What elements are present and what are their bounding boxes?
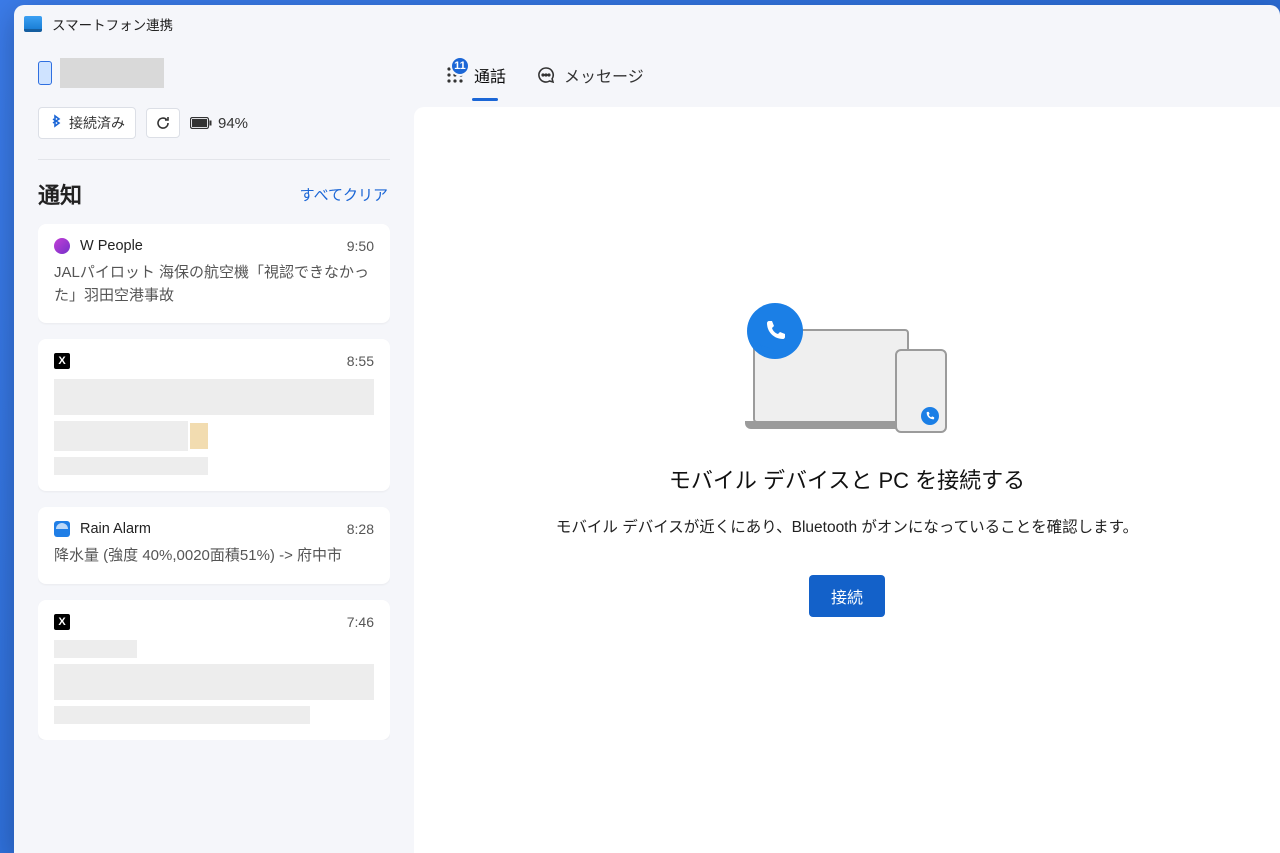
- wpeople-icon: [54, 238, 70, 254]
- tabs: 11 通話 メッセージ: [414, 43, 1280, 107]
- call-bubble-icon: [747, 303, 803, 359]
- tab-calls[interactable]: 11 通話: [444, 43, 506, 107]
- sidebar: 接続済み 94% 通知 すべてクリア: [14, 43, 414, 853]
- notification-time: 8:55: [347, 353, 374, 369]
- notification-card[interactable]: W People 9:50 JALパイロット 海保の航空機「視認できなかった」羽…: [38, 224, 390, 323]
- tab-messages-label: メッセージ: [564, 63, 644, 87]
- calls-badge: 11: [450, 56, 470, 76]
- x-icon: X: [54, 614, 70, 630]
- tab-calls-label: 通話: [474, 63, 506, 87]
- bluetooth-status-chip[interactable]: 接続済み: [38, 107, 136, 139]
- device-row[interactable]: [38, 53, 390, 93]
- connect-title: モバイル デバイスと PC を接続する: [669, 463, 1025, 495]
- notification-card[interactable]: X 8:55: [38, 339, 390, 491]
- bluetooth-label: 接続済み: [69, 113, 125, 133]
- battery-status: 94%: [190, 115, 248, 132]
- battery-icon: [190, 117, 212, 129]
- notifications-title: 通知: [38, 178, 82, 210]
- app-title: スマートフォン連携: [52, 14, 173, 34]
- phone-icon: [38, 61, 52, 85]
- refresh-button[interactable]: [146, 108, 180, 138]
- bluetooth-icon: [49, 114, 63, 132]
- notification-app: W People: [80, 238, 337, 254]
- clear-all-button[interactable]: すべてクリア: [300, 184, 388, 205]
- app-icon: [24, 16, 42, 32]
- phone-illustration-icon: [895, 349, 947, 433]
- main-canvas: モバイル デバイスと PC を接続する モバイル デバイスが近くにあり、Blue…: [414, 107, 1280, 853]
- rain-alarm-icon: [54, 521, 70, 537]
- x-icon: X: [54, 353, 70, 369]
- notification-app: Rain Alarm: [80, 521, 337, 537]
- notifications-list: W People 9:50 JALパイロット 海保の航空機「視認できなかった」羽…: [38, 224, 390, 740]
- redacted-content: [54, 640, 374, 724]
- content: 接続済み 94% 通知 すべてクリア: [14, 43, 1280, 853]
- notification-body: 降水量 (強度 40%,0020面積51%) -> 府中市: [54, 545, 374, 568]
- notification-time: 9:50: [347, 238, 374, 254]
- notification-card[interactable]: Rain Alarm 8:28 降水量 (強度 40%,0020面積51%) -…: [38, 507, 390, 584]
- phone-call-mini-icon: [921, 407, 939, 425]
- connect-button[interactable]: 接続: [809, 575, 885, 617]
- app-window: スマートフォン連携 接続済み: [14, 5, 1280, 853]
- notification-time: 7:46: [347, 614, 374, 630]
- tab-messages[interactable]: メッセージ: [536, 43, 644, 107]
- refresh-icon: [155, 115, 171, 131]
- notifications-header: 通知 すべてクリア: [38, 178, 390, 210]
- main-panel: 11 通話 メッセージ: [414, 43, 1280, 853]
- device-name: [60, 58, 164, 88]
- notification-body: JALパイロット 海保の航空機「視認できなかった」羽田空港事故: [54, 262, 374, 307]
- redacted-content: [54, 379, 374, 475]
- connect-subtitle: モバイル デバイスが近くにあり、Bluetooth がオンになっていることを確認…: [556, 515, 1138, 537]
- titlebar: スマートフォン連携: [14, 5, 1280, 43]
- notification-card[interactable]: X 7:46: [38, 600, 390, 740]
- connect-illustration: [747, 303, 947, 443]
- message-icon: [536, 65, 556, 85]
- status-row: 接続済み 94%: [38, 107, 390, 139]
- notification-time: 8:28: [347, 521, 374, 537]
- battery-percent: 94%: [218, 115, 248, 132]
- separator: [38, 159, 390, 160]
